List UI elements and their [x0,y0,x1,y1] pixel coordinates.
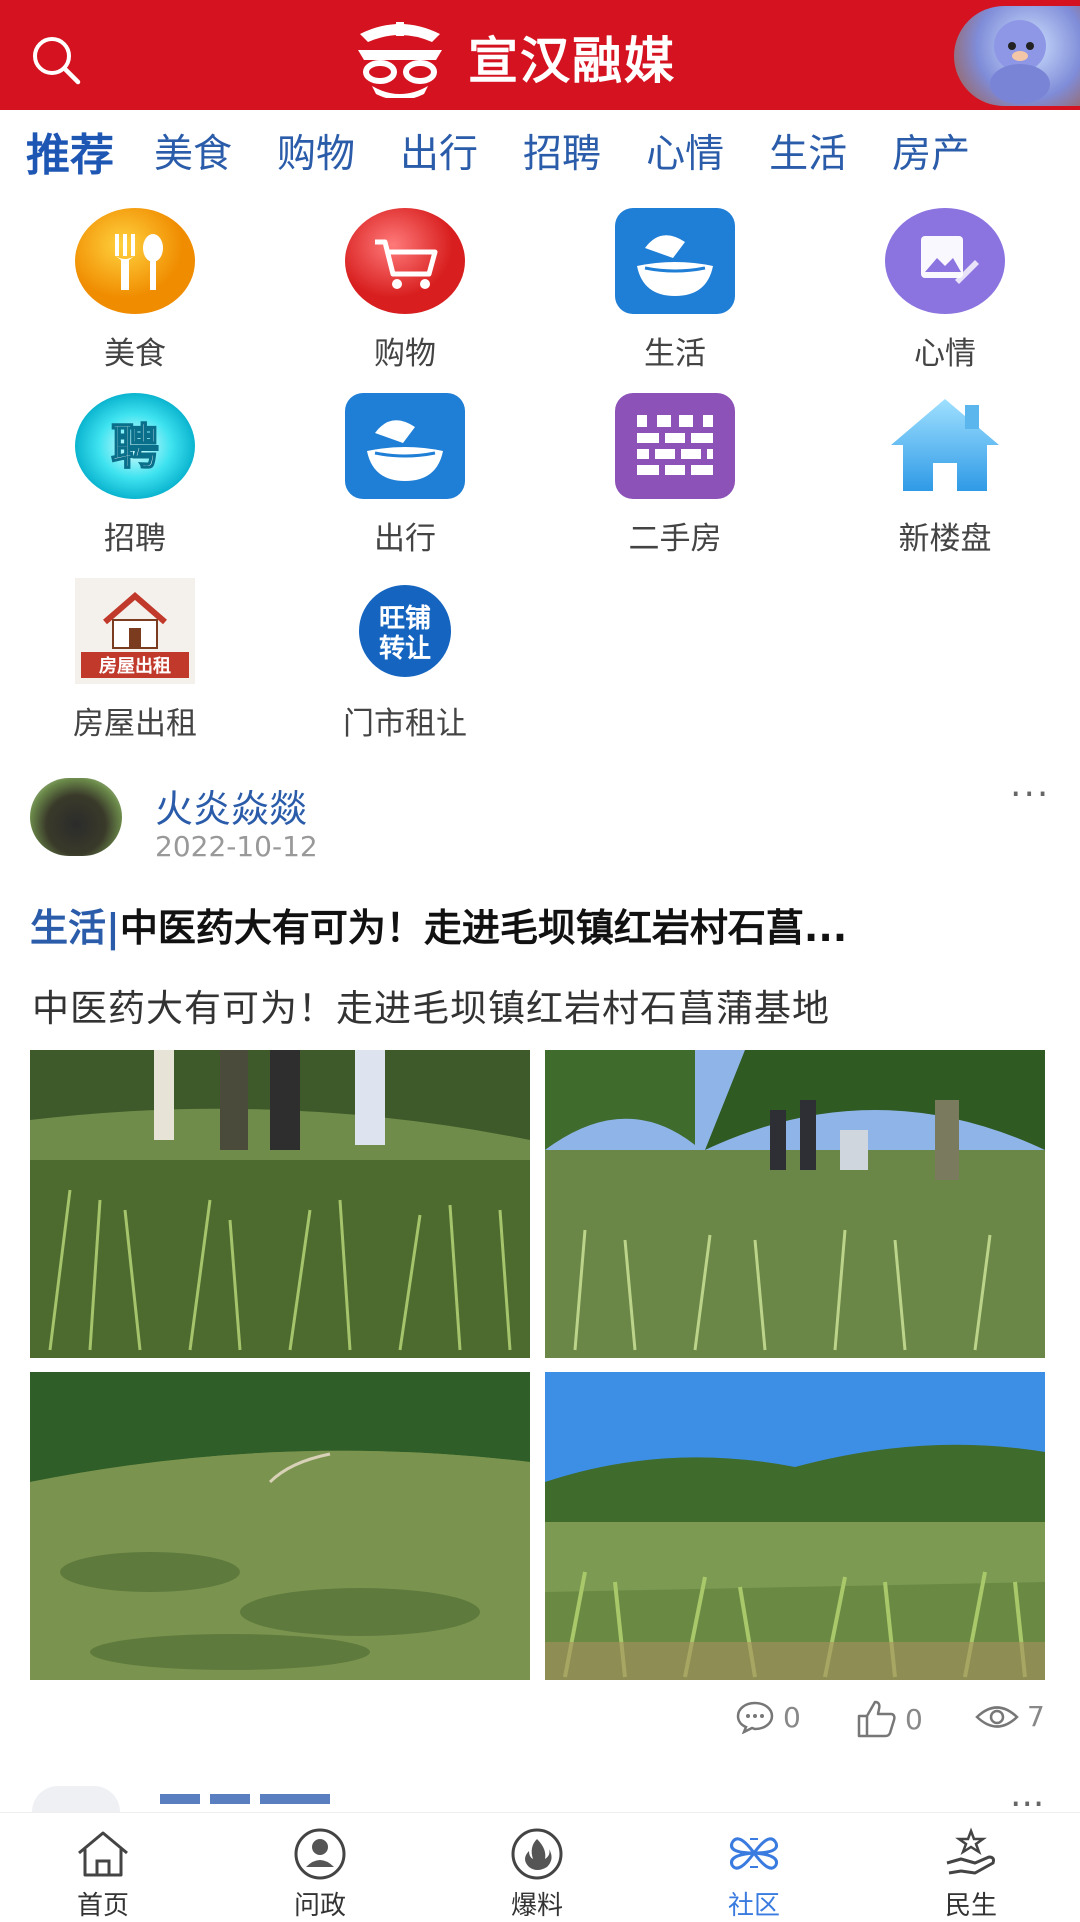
comment-stat[interactable]: 0 [735,1700,801,1734]
fire-icon [511,1828,563,1880]
home-icon [78,1831,128,1877]
post-title-text: 中医药大有可为！走进毛坝镇红岩村石菖... [119,906,848,950]
search-icon[interactable] [28,32,84,88]
grid-label: 二手房 [628,521,722,557]
post-title[interactable]: 生活|中医药大有可为！走进毛坝镇红岩村石菖... [30,897,1030,952]
grid-item-jobs[interactable]: 聘 招聘 [0,393,270,578]
bowl-icon [345,393,465,499]
picture-edit-icon [885,208,1005,314]
nav-community[interactable]: 社区 [684,1813,824,1921]
grid-item-new-property[interactable]: 新楼盘 [810,393,1080,578]
like-stat[interactable]: 0 [855,1700,923,1738]
hand-star-icon [946,1827,995,1875]
grid-item-house-rental[interactable]: 房屋出租 房屋出租 [0,578,270,763]
comment-icon [736,1701,774,1734]
grid-label: 新楼盘 [898,521,992,557]
tab-shopping[interactable]: 购物 [277,123,355,179]
post-photo[interactable] [30,1372,530,1680]
fork-spoon-icon [75,208,195,314]
nav-label: 问政 [293,1891,346,1921]
hire-icon: 聘 [75,393,195,499]
nav-home[interactable]: 首页 [33,1813,173,1921]
like-count: 0 [905,1702,923,1736]
svg-text:转让: 转让 [379,634,431,664]
cart-icon [345,208,465,314]
bottom-nav: 首页 问政 爆料 社区 民生 [0,1812,1080,1921]
shop-transfer-icon: 旺铺 转让 [359,585,451,677]
tab-jobs[interactable]: 招聘 [523,123,601,179]
tab-life[interactable]: 生活 [769,123,847,179]
bowl-icon [615,208,735,314]
person-icon [294,1828,346,1880]
nav-inquiry[interactable]: 问政 [250,1813,390,1921]
svg-text:房屋出租: 房屋出租 [99,655,171,677]
app-logo: 宣汉融媒 [350,14,676,100]
view-count: 7 [1027,1700,1045,1733]
next-post-avatar [32,1786,120,1812]
post-author[interactable]: 火炎焱燚 [155,778,307,833]
grid-item-shop-transfer[interactable]: 旺铺 转让 门市租让 [270,578,540,763]
author-avatar[interactable] [30,778,122,856]
grid-label: 购物 [374,336,436,372]
post-photo[interactable] [30,1050,530,1358]
eye-icon [975,1705,1019,1728]
next-post-author [160,1788,340,1806]
tab-recommend[interactable]: 推荐 [26,119,114,183]
logo-mark-icon [358,22,442,98]
house-icon [891,399,999,491]
channel-tabs: 推荐 美食 购物 出行 招聘 心情 生活 房产 [0,110,1080,192]
tab-mood[interactable]: 心情 [646,123,724,179]
grid-label: 招聘 [104,521,166,557]
grid-label: 门市租让 [343,706,467,742]
tab-property[interactable]: 房产 [892,123,970,179]
thumbs-up-icon [857,1700,896,1738]
user-avatar[interactable] [954,6,1080,106]
house-rent-icon: 房屋出租 [75,578,195,684]
comment-count: 0 [783,1700,801,1734]
post-category[interactable]: 生活| [30,906,120,950]
clover-icon [729,1837,779,1870]
grid-label: 心情 [914,336,976,372]
grid-item-mood[interactable]: 心情 [810,208,1080,393]
grid-item-secondhand-house[interactable]: 二手房 [540,393,810,578]
tab-travel[interactable]: 出行 [400,123,478,179]
nav-livelihood[interactable]: 民生 [901,1813,1041,1921]
post-summary: 中医药大有可为！走进毛坝镇红岩村石菖蒲基地 [32,987,830,1030]
brick-wall-icon [615,393,735,499]
grid-item-travel[interactable]: 出行 [270,393,540,578]
nav-label: 首页 [76,1891,129,1921]
nav-label: 爆料 [510,1891,563,1921]
nav-label: 民生 [944,1891,997,1921]
grid-label: 出行 [374,521,436,557]
post-date: 2022-10-12 [155,830,318,863]
nav-tipoff[interactable]: 爆料 [467,1813,607,1921]
svg-text:旺铺: 旺铺 [379,604,431,634]
grid-item-shopping[interactable]: 购物 [270,208,540,393]
svg-text:聘: 聘 [111,419,159,475]
more-options-icon[interactable]: ··· [1010,774,1050,815]
view-stat: 7 [975,1700,1045,1733]
post-photo[interactable] [545,1372,1045,1680]
grid-item-life[interactable]: 生活 [540,208,810,393]
nav-label: 社区 [727,1891,780,1921]
tab-food[interactable]: 美食 [154,123,232,179]
grid-item-food[interactable]: 美食 [0,208,270,393]
grid-label: 生活 [644,336,706,372]
grid-label: 美食 [104,336,166,372]
grid-label: 房屋出租 [73,706,197,742]
post-photo[interactable] [545,1050,1045,1358]
app-title: 宣汉融媒 [468,32,676,90]
